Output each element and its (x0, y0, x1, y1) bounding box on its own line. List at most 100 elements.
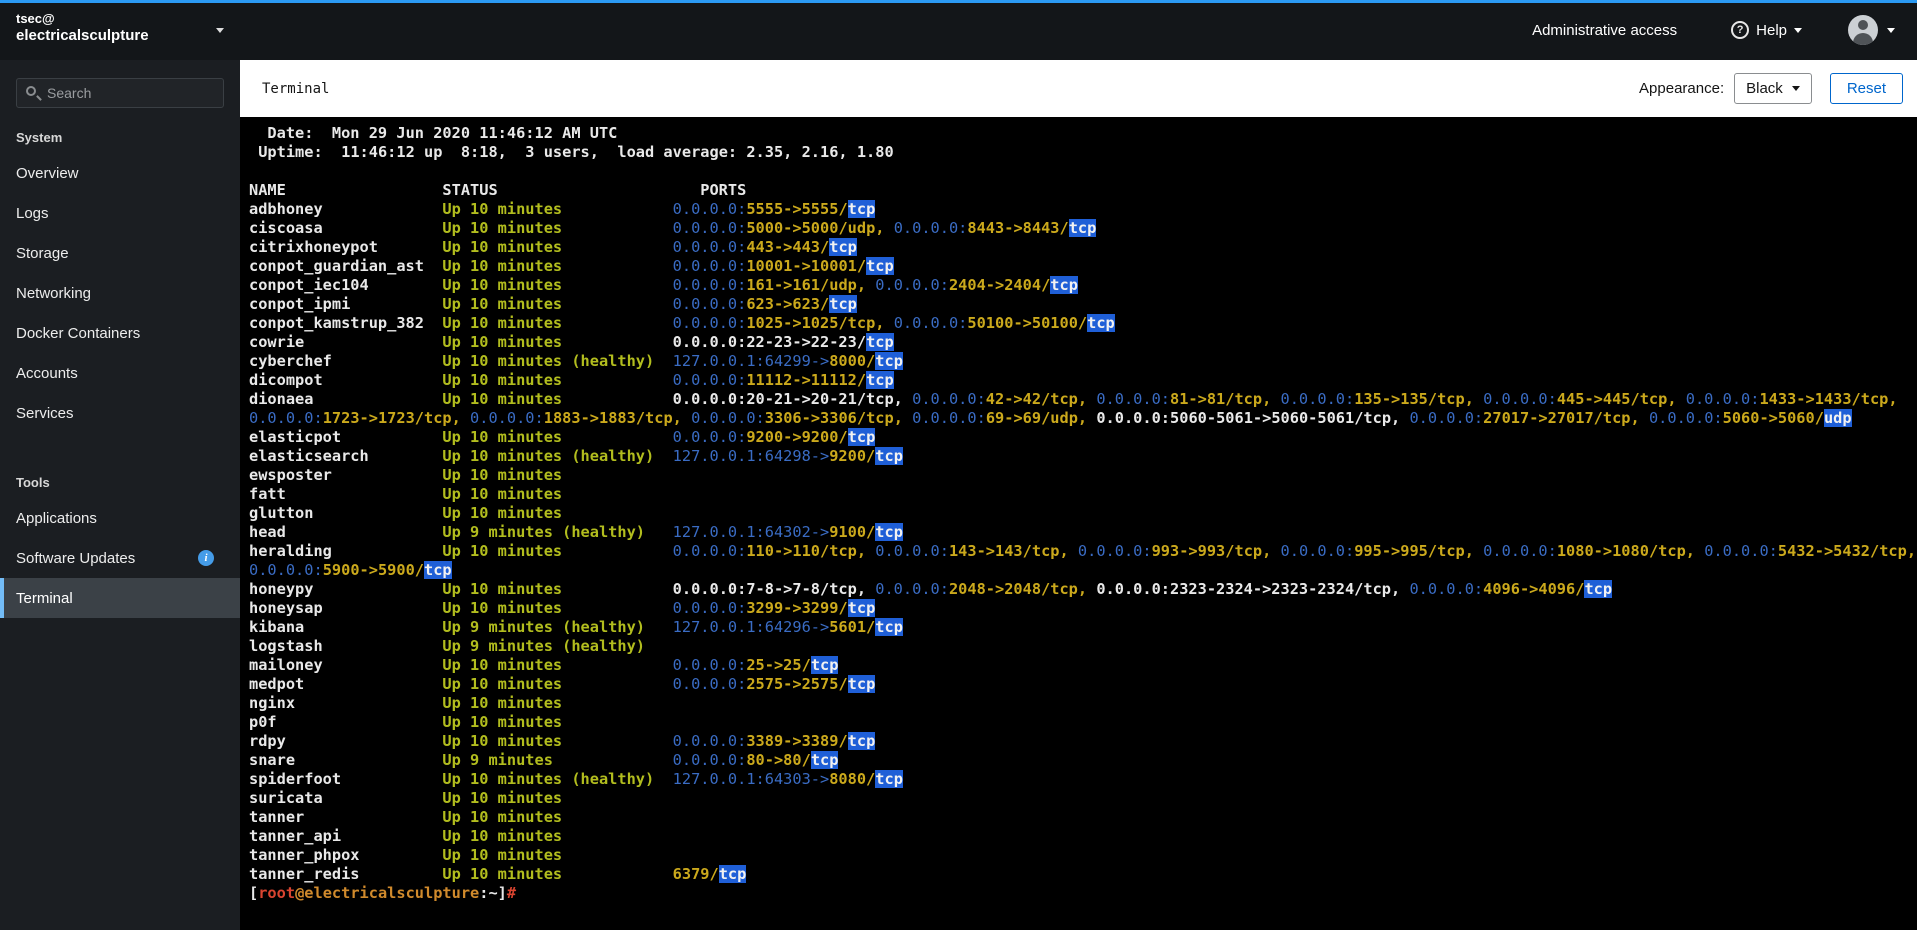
sidebar-item-label: Applications (16, 509, 97, 527)
port-mapping: 445->445/tcp, (1556, 390, 1686, 408)
help-label: Help (1756, 21, 1787, 39)
port-mapping: 5432->5432/tcp, (1777, 542, 1917, 560)
terminal-uptime-line: Uptime: 11:46:12 up 8:18, 3 users, load … (249, 143, 1917, 162)
terminal-row-conpot_guardian_ast: conpot_guardian_ast Up 10 minutes 0.0.0.… (249, 257, 1917, 276)
port-mapping: 135->135/tcp, (1354, 390, 1484, 408)
appearance-select[interactable]: Black (1734, 73, 1812, 104)
port-mapping: 0.0.0.0: (1280, 390, 1355, 408)
sidebar-item-storage[interactable]: Storage (0, 233, 240, 273)
container-name: medpot (249, 675, 443, 693)
terminal-row-adbhoney: adbhoney Up 10 minutes 0.0.0.0:5555->555… (249, 200, 1917, 219)
terminal-row-conpot_kamstrup_382: conpot_kamstrup_382 Up 10 minutes 0.0.0.… (249, 314, 1917, 333)
sidebar-item-label: Storage (16, 244, 69, 262)
protocol-chip: tcp (847, 428, 876, 446)
container-name: tanner_redis (249, 865, 443, 883)
container-status: Up 10 minutes (442, 846, 673, 864)
container-status: Up 10 minutes (442, 333, 673, 351)
protocol-chip: tcp (810, 751, 839, 769)
reset-button[interactable]: Reset (1829, 73, 1903, 104)
port-mapping: 0.0.0.0: (1648, 409, 1723, 427)
container-name: dionaea (249, 390, 443, 408)
sidebar-nav: System Overview Logs Storage Networking Docke… (0, 118, 240, 618)
terminal-row-head: head Up 9 minutes (healthy) 127.0.0.1:64… (249, 523, 1917, 542)
port-mapping: 5601/ (829, 618, 876, 636)
container-name: nginx (249, 694, 443, 712)
container-status: Up 10 minutes (healthy) (442, 447, 673, 465)
container-status: Up 9 minutes (healthy) (442, 637, 673, 655)
container-name: head (249, 523, 443, 541)
sidebar-item-logs[interactable]: Logs (0, 193, 240, 233)
terminal-row-dionaea: dionaea Up 10 minutes 0.0.0.0:20-21->20-… (249, 390, 1917, 428)
sidebar-item-label: Logs (16, 204, 49, 222)
port-mapping: 0.0.0.0: (672, 257, 747, 275)
port-mapping: 27017->27017/tcp, (1483, 409, 1649, 427)
port-mapping: 0.0.0.0: (249, 409, 323, 427)
page-title: Terminal (262, 80, 330, 97)
container-status: Up 9 minutes (healthy) (442, 523, 673, 541)
container-name: conpot_iec104 (249, 276, 443, 294)
port-mapping: 0.0.0.0: (672, 751, 747, 769)
chevron-down-icon (216, 28, 224, 33)
terminal-row-logstash: logstash Up 9 minutes (healthy) (249, 637, 1917, 656)
terminal-screen[interactable]: Date: Mon 29 Jun 2020 11:46:12 AM UTC Up… (240, 117, 1917, 930)
container-name: rdpy (249, 732, 443, 750)
help-menu[interactable]: ? Help (1731, 21, 1802, 39)
terminal-row-suricata: suricata Up 10 minutes (249, 789, 1917, 808)
protocol-chip: tcp (875, 618, 903, 636)
port-mapping: 0.0.0.0: (1685, 390, 1760, 408)
port-mapping: 5900->5900/ (322, 561, 424, 579)
port-mapping: 1433->1433/tcp, (1759, 390, 1907, 408)
toolbar-right: Appearance: Black Reset (1639, 73, 1903, 104)
sidebar-item-services[interactable]: Services (0, 393, 240, 433)
chevron-down-icon (1791, 86, 1800, 91)
sidebar-item-accounts[interactable]: Accounts (0, 353, 240, 393)
protocol-chip: tcp (847, 732, 876, 750)
port-mapping: 50100->50100/ (967, 314, 1088, 332)
container-name: conpot_kamstrup_382 (249, 314, 443, 332)
port-mapping: 10001->10001/ (746, 257, 867, 275)
prompt-text: @electricalsculpture (295, 884, 480, 902)
prompt-text: [ (249, 884, 259, 902)
port-mapping: 0.0.0.0: (875, 580, 949, 598)
sidebar-item-terminal[interactable]: Terminal (0, 578, 240, 618)
uptime-text: Uptime: 11:46:12 up 8:18, 3 users, load … (249, 143, 894, 161)
terminal-row-mailoney: mailoney Up 10 minutes 0.0.0.0:25->25/tc… (249, 656, 1917, 675)
port-mapping: 0.0.0.0: (875, 542, 949, 560)
container-status: Up 10 minutes (442, 371, 673, 389)
protocol-chip: tcp (829, 295, 857, 313)
terminal-row-elasticsearch: elasticsearch Up 10 minutes (healthy) 12… (249, 447, 1917, 466)
port-mapping: 0.0.0.0: (672, 675, 747, 693)
prompt-text: # (506, 884, 517, 902)
port-mapping: 995->995/tcp, (1354, 542, 1484, 560)
sidebar-item-label: Services (16, 404, 74, 422)
search-input[interactable] (16, 78, 224, 108)
terminal-row-ciscoasa: ciscoasa Up 10 minutes 0.0.0.0:5000->500… (249, 219, 1917, 238)
sidebar-item-overview[interactable]: Overview (0, 153, 240, 193)
sidebar-item-applications[interactable]: Applications (0, 498, 240, 538)
container-name: citrixhoneypot (249, 238, 443, 256)
container-name: adbhoney (249, 200, 443, 218)
container-status: Up 10 minutes (442, 428, 673, 446)
host-switcher[interactable]: tsec@ electricalsculpture (0, 0, 240, 60)
protocol-chip: tcp (829, 238, 857, 256)
chevron-down-icon (1794, 27, 1802, 33)
user-menu[interactable] (1848, 15, 1895, 45)
prompt-text (516, 884, 525, 902)
container-name: elasticpot (249, 428, 443, 446)
terminal-row-cyberchef: cyberchef Up 10 minutes (healthy) 127.0.… (249, 352, 1917, 371)
port-mapping: 4096->4096/ (1483, 580, 1585, 598)
table-header-text: NAME STATUS PORTS (249, 181, 747, 199)
terminal-row-medpot: medpot Up 10 minutes 0.0.0.0:2575->2575/… (249, 675, 1917, 694)
port-mapping: 110->110/tcp, (746, 542, 876, 560)
port-mapping: 0.0.0.0: (893, 314, 968, 332)
sidebar-item-networking[interactable]: Networking (0, 273, 240, 313)
container-status: Up 10 minutes (442, 580, 673, 598)
administrative-access-button[interactable]: Administrative access (1532, 22, 1677, 39)
protocol-chip: tcp (875, 523, 903, 541)
container-status: Up 10 minutes (442, 238, 673, 256)
terminal-row-spiderfoot: spiderfoot Up 10 minutes (healthy) 127.0… (249, 770, 1917, 789)
container-status: Up 10 minutes (442, 257, 673, 275)
sidebar-item-software-updates[interactable]: Software Updates i (0, 538, 240, 578)
port-mapping: 2404->2404/ (948, 276, 1051, 294)
sidebar-item-docker-containers[interactable]: Docker Containers (0, 313, 240, 353)
